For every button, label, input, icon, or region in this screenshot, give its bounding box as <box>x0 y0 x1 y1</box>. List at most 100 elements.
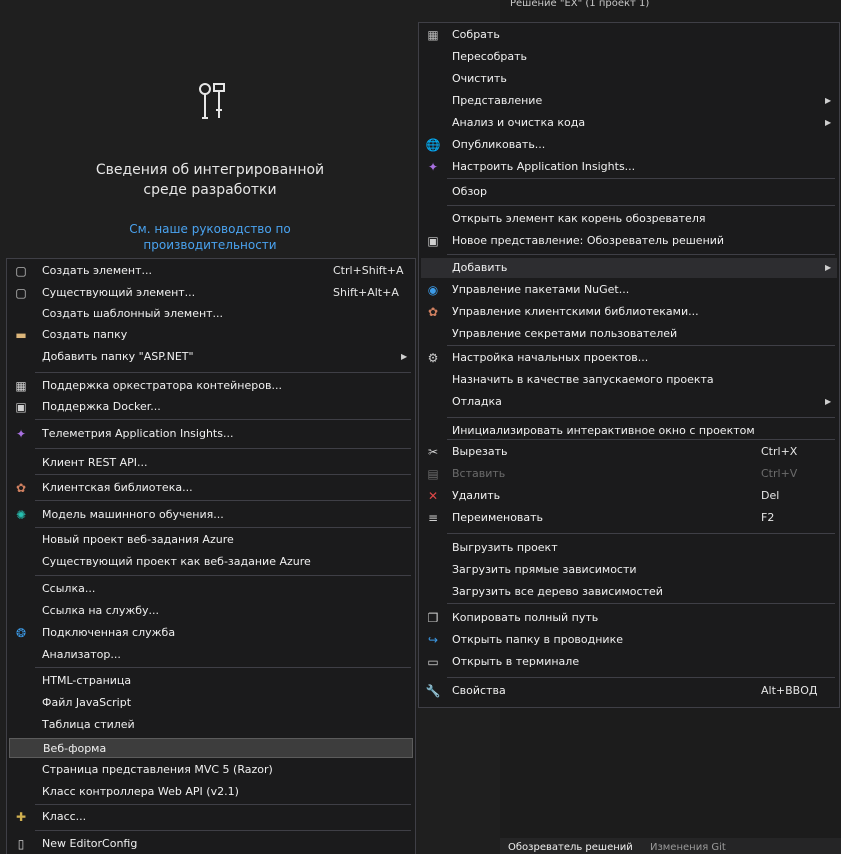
tab-solution-explorer[interactable]: Обозреватель решений <box>500 838 639 853</box>
shortcut-text: Ctrl+X <box>761 445 798 458</box>
left-item-3[interactable]: ▬ Создать папку <box>9 325 413 345</box>
right-item-8[interactable]: Открыть элемент как корень обозревателя <box>421 209 837 229</box>
terminal-icon: ▭ <box>427 655 439 669</box>
menu-separator <box>447 205 835 206</box>
right-label: Переименовать <box>452 511 544 524</box>
right-item-28[interactable]: 🔧 Свойства Alt+ВВОД <box>421 681 837 701</box>
left-item-23[interactable]: ✚ Класс... <box>9 807 413 827</box>
left-item-7[interactable]: ✦ Телеметрия Application Insights... <box>9 424 413 444</box>
left-label: Телеметрия Application Insights... <box>42 427 234 440</box>
left-label: HTML-страница <box>42 674 132 687</box>
right-item-13[interactable]: Управление секретами пользователей <box>421 324 837 344</box>
right-item-11[interactable]: ◉ Управление пакетами NuGet... <box>421 280 837 300</box>
right-label: Анализ и очистка кода <box>452 116 586 129</box>
menu-separator <box>35 419 411 420</box>
left-item-10[interactable]: ✺ Модель машинного обучения... <box>9 505 413 525</box>
left-item-16[interactable]: Анализатор... <box>9 645 413 665</box>
left-label: Страница представления MVC 5 (Razor) <box>42 763 273 776</box>
right-item-10[interactable]: Добавить ▶ <box>421 258 837 278</box>
right-item-17[interactable]: Инициализировать интерактивное окно с пр… <box>421 421 837 441</box>
menu-separator <box>35 500 411 501</box>
left-label: Клиентская библиотека... <box>42 481 193 494</box>
existing-item-icon: ▢ <box>15 286 27 300</box>
right-label: Управление клиентскими библиотеками... <box>452 305 699 318</box>
left-item-11[interactable]: Новый проект веб-задания Azure <box>9 530 413 550</box>
app-insights-icon: ✦ <box>427 160 439 174</box>
new-item-icon: ▢ <box>15 264 27 278</box>
right-item-23[interactable]: Загрузить прямые зависимости <box>421 560 837 580</box>
right-label: Загрузить прямые зависимости <box>452 563 637 576</box>
left-item-19[interactable]: Таблица стилей <box>9 715 413 735</box>
left-label: Существующий проект как веб-задание Azur… <box>42 555 311 568</box>
right-item-15[interactable]: Назначить в качестве запускаемого проект… <box>421 370 837 390</box>
right-item-18[interactable]: ✂ Вырезать Ctrl+X <box>421 442 837 462</box>
left-label: Файл JavaScript <box>42 696 132 709</box>
right-item-21[interactable]: ≡ Переименовать F2 <box>421 508 837 528</box>
menu-separator <box>35 372 411 373</box>
left-item-6[interactable]: ▣ Поддержка Docker... <box>9 397 413 417</box>
right-item-25[interactable]: ❐ Копировать полный путь <box>421 608 837 628</box>
right-item-27[interactable]: ▭ Открыть в терминале <box>421 652 837 672</box>
right-item-5[interactable]: 🌐 Опубликовать... <box>421 135 837 155</box>
right-item-16[interactable]: Отладка ▶ <box>421 392 837 412</box>
delete-icon: ✕ <box>427 489 439 503</box>
right-item-4[interactable]: Анализ и очистка кода ▶ <box>421 113 837 133</box>
left-label: Модель машинного обучения... <box>42 508 224 521</box>
left-item-24[interactable]: ▯ New EditorConfig <box>9 834 413 854</box>
left-label: Таблица стилей <box>42 718 135 731</box>
right-item-24[interactable]: Загрузить все дерево зависимостей <box>421 582 837 602</box>
right-item-3[interactable]: Представление ▶ <box>421 91 837 111</box>
right-item-20[interactable]: ✕ Удалить Del <box>421 486 837 506</box>
left-item-13[interactable]: Ссылка... <box>9 579 413 599</box>
submenu-arrow-icon: ▶ <box>401 352 408 361</box>
left-item-17[interactable]: HTML-страница <box>9 671 413 691</box>
tab-git-changes[interactable]: Изменения Git <box>642 838 732 853</box>
right-item-0[interactable]: ▦ Собрать <box>421 25 837 45</box>
left-item-21[interactable]: Страница представления MVC 5 (Razor) <box>9 760 413 780</box>
submenu-arrow-icon: ▶ <box>825 96 832 105</box>
submenu-arrow-icon: ▶ <box>825 263 832 272</box>
left-item-9[interactable]: ✿ Клиентская библиотека... <box>9 478 413 498</box>
left-item-4[interactable]: Добавить папку "ASP.NET" ▶ <box>9 347 413 367</box>
copy-path-icon: ❐ <box>427 611 439 625</box>
right-label: Удалить <box>452 489 501 502</box>
left-item-22[interactable]: Класс контроллера Web API (v2.1) <box>9 782 413 802</box>
right-label: Открыть папку в проводнике <box>452 633 623 646</box>
left-item-15[interactable]: ❂ Подключенная служба <box>9 623 413 643</box>
right-label: Свойства <box>452 684 506 697</box>
left-item-0[interactable]: ▢ Создать элемент... Ctrl+Shift+A <box>9 261 413 281</box>
submenu-arrow-icon: ▶ <box>825 397 832 406</box>
right-label: Инициализировать интерактивное окно с пр… <box>452 424 755 437</box>
right-item-22[interactable]: Выгрузить проект <box>421 538 837 558</box>
left-item-2[interactable]: Создать шаблонный элемент... <box>9 304 413 324</box>
menu-separator <box>447 417 835 418</box>
left-item-12[interactable]: Существующий проект как веб-задание Azur… <box>9 552 413 572</box>
right-item-1[interactable]: Пересобрать <box>421 47 837 67</box>
right-label: Вставить <box>452 467 506 480</box>
right-label: Представление <box>452 94 543 107</box>
right-label: Добавить <box>452 261 508 274</box>
right-item-14[interactable]: ⚙ Настройка начальных проектов... <box>421 348 837 368</box>
left-item-5[interactable]: ▦ Поддержка оркестратора контейнеров... <box>9 376 413 396</box>
right-item-9[interactable]: ▣ Новое представление: Обозреватель решен… <box>421 231 837 251</box>
left-item-14[interactable]: Ссылка на службу... <box>9 601 413 621</box>
project-context-menu: ▦ Собрать Пересобрать Очистить Представление… <box>418 22 840 708</box>
right-item-12[interactable]: ✿ Управление клиентскими библиотеками... <box>421 302 837 322</box>
left-item-8[interactable]: Клиент REST API... <box>9 453 413 473</box>
rename-icon: ≡ <box>427 511 439 525</box>
solution-explorer-tabs: Обозреватель решений Изменения Git <box>500 838 841 854</box>
right-label: Новое представление: Обозреватель решени… <box>452 234 725 247</box>
right-item-2[interactable]: Очистить <box>421 69 837 89</box>
performance-guide-link[interactable]: См. наше руководство по производительнос… <box>100 221 320 253</box>
right-item-7[interactable]: Обзор <box>421 182 837 202</box>
left-item-1[interactable]: ▢ Существующий элемент... Shift+Alt+A <box>9 283 413 303</box>
wrench-icon: 🔧 <box>425 684 441 698</box>
left-item-20[interactable]: Веб-форма <box>9 738 413 758</box>
shortcut-text: Shift+Alt+A <box>333 286 399 299</box>
left-label: Анализатор... <box>42 648 121 661</box>
right-item-26[interactable]: ↪ Открыть папку в проводнике <box>421 630 837 650</box>
right-item-6[interactable]: ✦ Настроить Application Insights... <box>421 157 837 177</box>
docker-icon: ▣ <box>15 400 27 414</box>
right-item-19[interactable]: ▤ Вставить Ctrl+V <box>421 464 837 484</box>
left-item-18[interactable]: Файл JavaScript <box>9 693 413 713</box>
